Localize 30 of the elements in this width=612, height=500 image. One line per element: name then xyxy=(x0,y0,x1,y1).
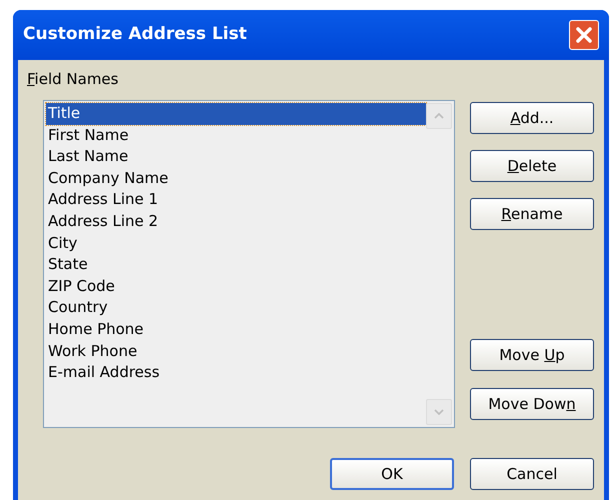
dialog-button[interactable]: OK xyxy=(330,458,454,490)
chevron-down-icon xyxy=(434,409,444,415)
side-button[interactable]: Add... xyxy=(470,102,594,134)
list-item[interactable]: Country xyxy=(46,297,426,319)
close-button[interactable] xyxy=(569,20,599,50)
list-item[interactable]: First Name xyxy=(46,124,426,146)
side-button[interactable]: Rename xyxy=(470,198,594,230)
window-title: Customize Address List xyxy=(23,23,247,46)
close-icon xyxy=(575,26,593,44)
field-names-label: Field Names xyxy=(27,69,120,90)
list-item[interactable]: E-mail Address xyxy=(46,362,426,384)
side-button[interactable]: Move Up xyxy=(470,339,594,371)
list-item[interactable]: Title xyxy=(46,103,426,125)
list-item[interactable]: Work Phone xyxy=(46,340,426,362)
list-item[interactable]: City xyxy=(46,232,426,254)
list-item[interactable]: Company Name xyxy=(46,168,426,190)
scroll-up-button[interactable] xyxy=(426,103,452,129)
list-item[interactable]: Last Name xyxy=(46,146,426,168)
scroll-down-button[interactable] xyxy=(426,399,452,425)
list-item[interactable]: Address Line 1 xyxy=(46,189,426,211)
dialog-button[interactable]: Cancel xyxy=(470,458,594,490)
side-button[interactable]: Move Down xyxy=(470,388,594,420)
list-item[interactable]: Home Phone xyxy=(46,318,426,341)
list-item[interactable]: ZIP Code xyxy=(46,276,426,298)
list-item[interactable]: Address Line 2 xyxy=(46,210,426,233)
field-list[interactable]: Title First Name Last Name Company Name Address Line 1 Address Line 2 City State ZIP Code Country Home Phone Work Phone E-mail Address xyxy=(43,100,455,428)
scrollbar[interactable] xyxy=(426,101,454,427)
chevron-up-icon xyxy=(434,113,444,119)
list-item[interactable]: State xyxy=(46,254,426,276)
side-button[interactable]: Delete xyxy=(470,150,594,182)
